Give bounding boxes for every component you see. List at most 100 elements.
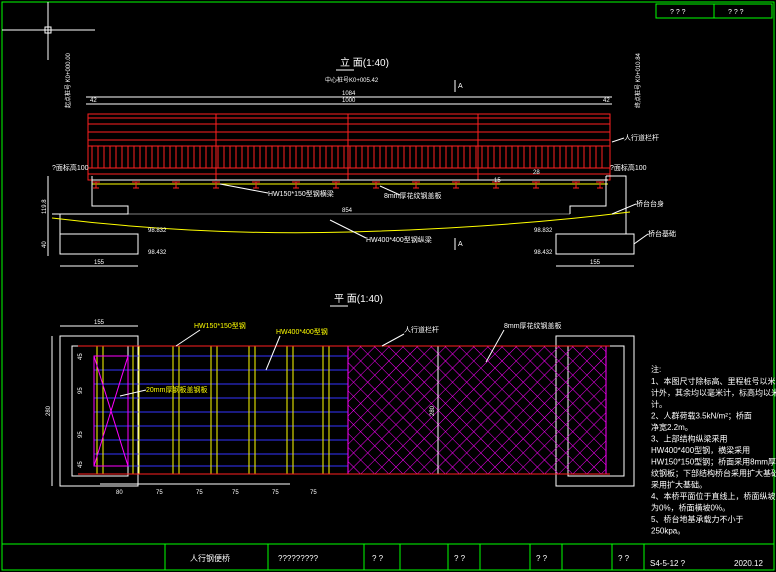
cross-beam (210, 345, 218, 475)
note-line: HW400*400型钢，横梁采用 (651, 445, 750, 455)
notes-heading: 注: (651, 364, 661, 374)
cross-beam (248, 345, 256, 475)
note-line: 250kpa。 (651, 527, 685, 536)
right-elev-top: 98.832 (534, 228, 553, 234)
section-a-bottom: A (458, 241, 463, 248)
note-line: 3、上部结构纵梁采用 (651, 434, 727, 444)
beam-marker (252, 181, 260, 189)
plan-title: 平 面(1:40) (334, 294, 383, 305)
beam-marker (332, 181, 340, 189)
hw150-label-elev: HW150*150型钢横梁 (268, 189, 334, 198)
top-right-cell-2: ? ? ? (728, 9, 744, 16)
drawing-name: 人行钢便桥 (190, 553, 230, 563)
title-block: 人行钢便桥 ????????? ? ? ? ? ? ? ? ? S4-5-12 … (190, 553, 763, 568)
mid-height-dim: 28 (533, 170, 540, 176)
foundation-label: 桥台基础 (648, 229, 676, 238)
plan-bottom-dim: 75 (310, 490, 317, 496)
note-line: 1、本图尺寸除标高、里程桩号以米 (651, 376, 775, 386)
right-deck-elev: ?面标高100 (610, 163, 647, 172)
note-line: HW150*150型钢；桥面采用8mm厚花 (651, 457, 776, 467)
left-elev-bottom: 98.432 (148, 250, 167, 256)
edge-dim-right: 42 (603, 98, 610, 104)
note-line: 5、桥台地基承载力不小于 (651, 514, 743, 524)
cad-drawing: ? ? ? ? ? ? 立 面(1:40) 中心桩号K0+005.42 A 起点… (1, 1, 776, 571)
sheet-number: S4-5-12 ? (650, 559, 686, 568)
elevation-title: 立 面(1:40) (340, 56, 389, 69)
hw400-label-elev: HW400*400型钢纵梁 (366, 235, 432, 244)
left-foot-height-dim: 40 (42, 241, 48, 248)
elevation-view: 立 面(1:40) 中心桩号K0+005.42 A 起点桩号 K0+000.00… (42, 52, 676, 267)
note-line: 纹钢板；下部结构桥台采用扩大基础，基础 (651, 468, 776, 478)
title-cell-1: ? ? (372, 554, 384, 563)
plan-bottom-dim: 75 (272, 490, 279, 496)
plan-width-top-dim: 155 (94, 320, 105, 326)
clear-span-dim: 854 (342, 208, 353, 214)
right-width-dim: 155 (590, 260, 601, 266)
plan-total-width-dim: 280 (46, 405, 52, 416)
beam-marker (212, 181, 220, 189)
railing (87, 113, 611, 181)
top-right-cell-1: ? ? ? (670, 9, 686, 16)
plan-railing-label: 人行道栏杆 (404, 325, 439, 334)
cross-beam (286, 345, 294, 475)
plan-view: 平 面(1:40) 155 HW150*150型钢 HW400*400型钢 人行… (46, 294, 635, 496)
abutment-label: 桥台台身 (636, 199, 664, 208)
plan-hw400-label: HW400*400型钢 (276, 327, 328, 336)
left-deck-elev: ?面标高100 (52, 163, 89, 172)
plan-inner-width-dim: 280 (430, 405, 436, 416)
plan-hw150-label: HW150*150型钢 (194, 321, 246, 330)
note-line: 4、本桥平面位于直线上，桥面纵坡 (651, 491, 775, 501)
cross-beam (322, 345, 330, 475)
edge-dim-left: 42 (90, 98, 97, 104)
center-station-label: 中心桩号K0+005.42 (325, 76, 379, 84)
title-cell-3: ? ? (536, 554, 548, 563)
title-cell-4: ? ? (618, 554, 630, 563)
beam-marker (172, 181, 180, 189)
beam-marker (572, 181, 580, 189)
span-length-dim: 1000 (342, 98, 356, 104)
plan-bottom-dim: 75 (156, 490, 163, 496)
beam-marker (92, 181, 100, 189)
deck-plate (347, 345, 607, 475)
section-a-top: A (458, 83, 463, 90)
note-line: 计外，其余均以毫米计，标高均以米 (651, 388, 776, 398)
right-end-label: 终点桩号 K0+010.84 (634, 52, 642, 108)
total-length-dim: 1084 (342, 91, 356, 97)
project-name: ????????? (278, 554, 319, 563)
left-end-label: 起点桩号 K0+000.00 (64, 52, 72, 108)
plan-bottom-dim: 75 (232, 490, 239, 496)
beam-marker (292, 181, 300, 189)
beam-marker (596, 181, 604, 189)
right-abutment (555, 175, 635, 255)
beam-marker (412, 181, 420, 189)
plan-side-dim-4: 45 (78, 461, 84, 468)
note-line: 2、人群荷载3.5kN/m²；桥面 (651, 411, 752, 421)
edge-dim-small: 15 (494, 178, 501, 184)
plate-label-elev: 8mm厚花纹钢盖板 (384, 191, 442, 200)
cursor-crosshair (2, 2, 95, 60)
beam-marker (452, 181, 460, 189)
left-height-dim: 119.8 (42, 199, 48, 214)
beam-marker (532, 181, 540, 189)
plan-plate-label: 8mm厚花纹钢盖板 (504, 321, 562, 330)
note-line: 计。 (651, 399, 667, 409)
note-line: 采用扩大基础。 (651, 480, 707, 490)
railing-label-elev: 人行道栏杆 (624, 133, 659, 142)
note-line: 为0%，桥面横坡0%。 (651, 503, 730, 513)
note-line: 净宽2.2m。 (651, 422, 693, 432)
plan-side-dim-2: 95 (78, 387, 84, 394)
beam-marker (132, 181, 140, 189)
drawing-date: 2020.12 (734, 559, 763, 568)
left-width-dim: 155 (94, 260, 105, 266)
plan-thick-plate-label: 20mm厚钢板盖钢板 (146, 385, 207, 394)
right-elev-bottom: 98.432 (534, 250, 553, 256)
left-elev-top: 98.832 (148, 228, 167, 234)
plan-side-dim-1: 45 (78, 353, 84, 360)
plan-bottom-dim: 75 (196, 490, 203, 496)
plan-side-dim-3: 95 (78, 431, 84, 438)
beam-marker (372, 181, 380, 189)
plan-bottom-dim: 80 (116, 490, 123, 496)
notes: 注: 1、本图尺寸除标高、里程桩号以米计外，其余均以毫米计，标高均以米计。 2、人… (651, 364, 776, 536)
title-cell-2: ? ? (454, 554, 466, 563)
cross-beam (172, 345, 180, 475)
